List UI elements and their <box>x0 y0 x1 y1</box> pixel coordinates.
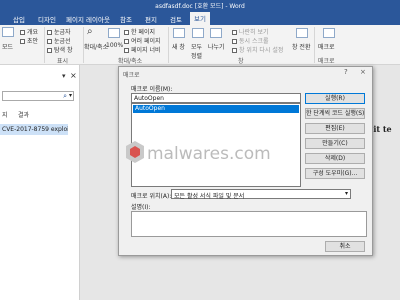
sync-scroll-icon <box>232 39 237 44</box>
macro-location-select[interactable]: 모든 활성 서식 파일 및 문서 ▾ <box>171 189 351 200</box>
checkbox-checked-icon <box>47 48 52 53</box>
macro-location-value: 모든 활성 서식 파일 및 문서 <box>174 193 245 200</box>
nav-pane-checkbox[interactable]: 탐색 창 <box>47 45 72 54</box>
draft-icon <box>20 39 25 44</box>
tab-layout[interactable]: 페이지 레이아웃 <box>66 14 110 24</box>
page-width-button[interactable]: 페이지 너비 <box>124 45 161 54</box>
read-mode-button[interactable]: 모드 <box>2 42 13 51</box>
zoom-button[interactable]: 확대/축소 <box>84 42 108 51</box>
checkbox-icon <box>47 39 52 44</box>
window-title: asdfasdf.doc [호환 모드] - Word <box>155 3 245 10</box>
edit-button[interactable]: 편집(E) <box>305 123 365 134</box>
macro-name-label: 매크로 이름(M): <box>131 86 173 93</box>
tab-insert[interactable]: 삽입 <box>13 14 25 24</box>
side-by-side-icon <box>232 30 237 35</box>
reset-window-icon <box>232 48 237 53</box>
multiple-pages-button[interactable]: 여러 페이지 <box>124 36 161 45</box>
nav-pane-close-icon[interactable]: × <box>70 71 77 80</box>
new-window-icon <box>173 28 185 38</box>
outline-view-button[interactable]: 개요 <box>20 27 38 36</box>
watermark-text: malwares.com <box>147 144 271 164</box>
create-button[interactable]: 만들기(C) <box>305 138 365 149</box>
tab-mailings[interactable]: 편지 <box>145 14 157 24</box>
switch-window-icon <box>296 28 308 38</box>
macro-list-item[interactable]: AutoOpen <box>133 105 299 113</box>
zoom-100-icon <box>108 28 120 38</box>
title-bar: asdfasdf.doc [호환 모드] - Word <box>0 0 400 11</box>
side-by-side-button[interactable]: 나란히 보기 <box>232 27 269 36</box>
magnifier-icon: ⌕ <box>87 26 93 37</box>
nav-tab-results[interactable]: 결과 <box>18 110 29 119</box>
step-into-button[interactable]: 한 단계씩 코드 실행(S) <box>305 108 365 119</box>
one-page-button[interactable]: 한 페이지 <box>124 27 155 36</box>
gridlines-checkbox[interactable]: 눈금선 <box>47 36 71 45</box>
pages-icon <box>124 39 129 44</box>
page-width-icon <box>124 48 129 53</box>
group-separator <box>314 27 315 63</box>
tab-view[interactable]: 보기 <box>190 12 210 25</box>
chevron-down-icon: ▾ <box>344 190 348 197</box>
ruler-checkbox[interactable]: 눈금자 <box>47 27 71 36</box>
description-box <box>131 211 367 237</box>
watermark: malwares.com <box>125 140 285 172</box>
zoom-100-button[interactable]: 100% <box>106 42 123 49</box>
search-icon[interactable]: ⌕ <box>63 92 67 101</box>
macro-icon <box>323 28 335 38</box>
switch-window-button[interactable]: 창 전환 <box>292 42 310 51</box>
draft-view-button[interactable]: 초안 <box>20 36 38 45</box>
tab-review[interactable]: 검토 <box>170 14 182 24</box>
group-separator <box>44 27 45 63</box>
checkbox-icon <box>47 30 52 35</box>
dialog-close-button[interactable]: × <box>360 68 366 76</box>
split-button[interactable]: 나누기 <box>208 42 225 51</box>
search-dropdown-icon[interactable]: ▾ <box>69 92 72 99</box>
ribbon-panel: 모드 개요 초안 눈금자 눈금선 탐색 창 표시 ⌕ 확대/축소 100% 한 … <box>0 25 400 65</box>
new-window-button[interactable]: 새 창 <box>172 42 185 51</box>
group-separator <box>168 27 169 63</box>
nav-pane-menu-icon[interactable]: ▾ <box>62 72 66 80</box>
description-label: 설명(I): <box>131 204 151 211</box>
group-label-show: 표시 <box>57 58 69 65</box>
outline-icon <box>20 30 25 35</box>
help-button[interactable]: ? <box>344 68 348 76</box>
read-mode-icon <box>2 27 14 37</box>
group-label-zoom: 확대/축소 <box>118 58 143 65</box>
cancel-button[interactable]: 취소 <box>325 241 365 252</box>
reset-window-button[interactable]: 창 위치 다시 설정 <box>232 45 283 54</box>
organizer-button[interactable]: 구성 도우미(G)... <box>305 168 365 179</box>
delete-button[interactable]: 삭제(D) <box>305 153 365 164</box>
nav-search-result[interactable]: CVE-2017-8759 exploit... <box>0 124 68 135</box>
tab-references[interactable]: 참조 <box>120 14 132 24</box>
dialog-title: 매크로 <box>123 72 140 79</box>
sync-scroll-button[interactable]: 동시 스크롤 <box>232 36 269 45</box>
nav-tab-pages[interactable]: 지 <box>2 110 8 119</box>
macros-button[interactable]: 매크로 <box>318 42 335 51</box>
page-icon <box>124 30 129 35</box>
run-button[interactable]: 실행(R) <box>305 93 365 104</box>
ribbon-tab-bar: 삽입 디자인 페이지 레이아웃 참조 편지 검토 보기 <box>0 11 400 25</box>
watermark-logo-icon <box>126 141 144 163</box>
macro-location-label: 매크로 위치(A): <box>131 193 172 200</box>
tab-design[interactable]: 디자인 <box>38 14 56 24</box>
group-label-window: 창 <box>238 58 244 65</box>
macro-name-input[interactable]: AutoOpen <box>131 93 301 103</box>
group-label-macro: 매크로 <box>318 58 335 65</box>
nav-search-input[interactable]: ⌕ ▾ <box>2 91 74 101</box>
arrange-all-button[interactable]: 모두 정렬 <box>191 42 207 60</box>
split-icon <box>210 28 222 38</box>
arrange-all-icon <box>192 28 204 38</box>
